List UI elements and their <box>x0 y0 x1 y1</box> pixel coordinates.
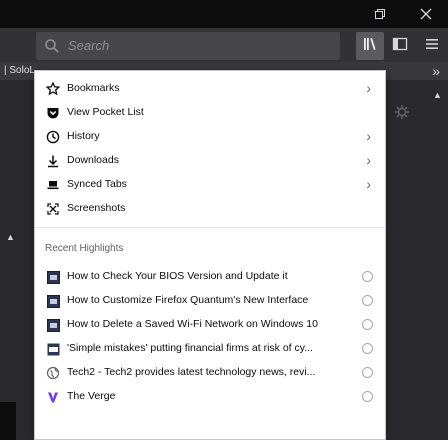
pocket-icon <box>45 105 61 121</box>
library-item-history[interactable]: History › <box>35 125 385 149</box>
caret-up-icon: ▲ <box>433 90 442 100</box>
recent-highlights-heading: Recent Highlights <box>45 243 124 254</box>
sidebar-icon <box>392 36 408 57</box>
page-marker-icon: ▲ <box>6 232 15 242</box>
highlight-item[interactable]: Tech2 - Tech2 provides latest technology… <box>35 361 385 385</box>
site-favicon-icon <box>45 269 61 285</box>
library-item-label: Downloads <box>67 154 119 166</box>
highlight-item[interactable]: How to Check Your BIOS Version and Updat… <box>35 265 385 289</box>
highlight-item[interactable]: How to Customize Firefox Quantum's New I… <box>35 289 385 313</box>
library-item-label: Bookmarks <box>67 82 120 94</box>
gear-icon[interactable] <box>394 104 410 125</box>
library-item-synced-tabs[interactable]: Synced Tabs › <box>35 173 385 197</box>
chevron-right-icon: › <box>366 176 371 192</box>
chevron-right-icon[interactable]: » <box>432 62 440 80</box>
globe-icon <box>45 365 61 381</box>
search-placeholder: Search <box>68 38 110 53</box>
sidebar-button[interactable] <box>386 32 414 60</box>
highlight-status-icon <box>362 367 373 378</box>
library-item-pocket[interactable]: View Pocket List <box>35 101 385 125</box>
restore-icon[interactable] <box>358 0 402 28</box>
divider <box>35 227 385 228</box>
navigation-toolbar: Search <box>0 28 448 62</box>
library-item-label: History <box>67 130 100 142</box>
highlight-status-icon <box>362 271 373 282</box>
site-favicon-icon <box>45 293 61 309</box>
highlight-status-icon <box>362 295 373 306</box>
chevron-right-icon: › <box>366 80 371 96</box>
site-favicon-icon <box>45 341 61 357</box>
star-icon <box>45 81 61 97</box>
highlight-status-icon <box>362 343 373 354</box>
site-favicon-icon <box>45 317 61 333</box>
highlight-item[interactable]: 'Simple mistakes' putting financial firm… <box>35 337 385 361</box>
search-icon <box>44 38 60 54</box>
synced-tabs-icon <box>45 177 61 193</box>
highlight-item[interactable]: How to Delete a Saved Wi-Fi Network on W… <box>35 313 385 337</box>
search-bar[interactable]: Search <box>36 32 340 60</box>
highlight-label: How to Customize Firefox Quantum's New I… <box>67 294 309 306</box>
library-button[interactable] <box>356 32 384 60</box>
title-bar <box>0 0 448 28</box>
taskbar-piece <box>0 402 16 440</box>
library-item-bookmarks[interactable]: Bookmarks › <box>35 77 385 101</box>
library-item-label: Synced Tabs <box>67 178 127 190</box>
screenshot-icon <box>45 201 61 217</box>
download-icon <box>45 153 61 169</box>
highlight-item[interactable]: The Verge <box>35 385 385 409</box>
highlight-status-icon <box>362 319 373 330</box>
chevron-right-icon: › <box>366 152 371 168</box>
hamburger-icon <box>424 36 440 57</box>
highlight-label: The Verge <box>67 390 116 402</box>
library-panel: Bookmarks › View Pocket List History › D… <box>34 70 386 440</box>
library-icon <box>362 36 378 57</box>
library-item-screenshots[interactable]: Screenshots <box>35 197 385 221</box>
library-item-label: Screenshots <box>67 202 126 214</box>
highlight-label: Tech2 - Tech2 provides latest technology… <box>67 366 316 378</box>
highlight-status-icon <box>362 391 373 402</box>
verge-icon <box>45 389 61 405</box>
highlight-label: How to Delete a Saved Wi-Fi Network on W… <box>67 318 318 330</box>
menu-button[interactable] <box>418 32 446 60</box>
highlight-label: 'Simple mistakes' putting financial firm… <box>67 342 313 354</box>
chevron-right-icon: › <box>366 128 371 144</box>
clock-icon <box>45 129 61 145</box>
close-icon[interactable] <box>404 0 448 28</box>
library-item-label: View Pocket List <box>67 106 144 118</box>
library-item-downloads[interactable]: Downloads › <box>35 149 385 173</box>
highlight-label: How to Check Your BIOS Version and Updat… <box>67 270 288 282</box>
